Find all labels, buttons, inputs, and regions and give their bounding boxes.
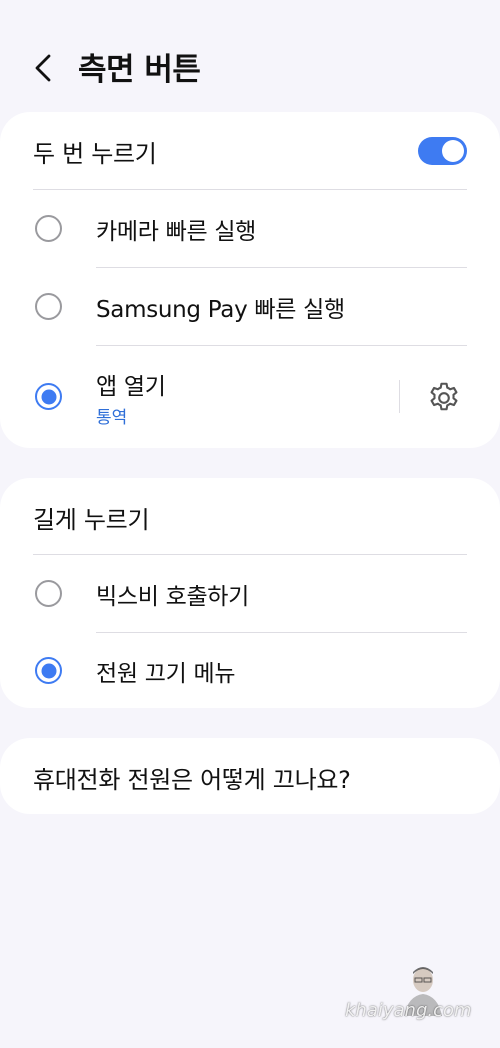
help-link[interactable]: 휴대전화 전원은 어떻게 끄나요?	[33, 760, 473, 794]
radio-samsung-pay-quick-launch[interactable]	[35, 293, 62, 320]
press-and-hold-title: 길게 누르기	[33, 505, 150, 534]
radio-camera-quick-launch[interactable]	[35, 215, 62, 242]
option-label-camera[interactable]: 카메라 빠른 실행	[96, 212, 256, 246]
option-label-samsung-pay[interactable]: Samsung Pay 빠른 실행	[96, 290, 345, 324]
watermark-text: khaiyang.com	[345, 1000, 472, 1021]
radio-call-bixby[interactable]	[35, 580, 62, 607]
page-title: 측면 버튼	[78, 52, 201, 88]
divider	[33, 189, 467, 190]
radio-power-off-menu[interactable]	[35, 657, 62, 684]
option-label-power-off-menu[interactable]: 전원 끄기 메뉴	[96, 654, 235, 688]
vertical-divider	[399, 380, 400, 413]
divider	[96, 345, 467, 346]
divider	[33, 554, 467, 555]
option-sublabel-app-name: 통역	[96, 408, 128, 428]
option-label-bixby[interactable]: 빅스비 호출하기	[96, 577, 249, 611]
option-label-open-app[interactable]: 앱 열기	[96, 367, 166, 401]
toggle-knob	[442, 140, 464, 162]
double-press-toggle[interactable]	[418, 137, 467, 165]
back-button[interactable]	[28, 50, 58, 86]
top-app-bar: 측면 버튼	[0, 0, 500, 112]
radio-open-app[interactable]	[35, 383, 62, 410]
gear-icon	[430, 382, 458, 411]
divider	[96, 632, 467, 633]
divider	[96, 267, 467, 268]
app-settings-button[interactable]	[425, 379, 463, 417]
double-press-title: 두 번 누르기	[33, 139, 157, 168]
chevron-left-icon	[35, 54, 51, 82]
